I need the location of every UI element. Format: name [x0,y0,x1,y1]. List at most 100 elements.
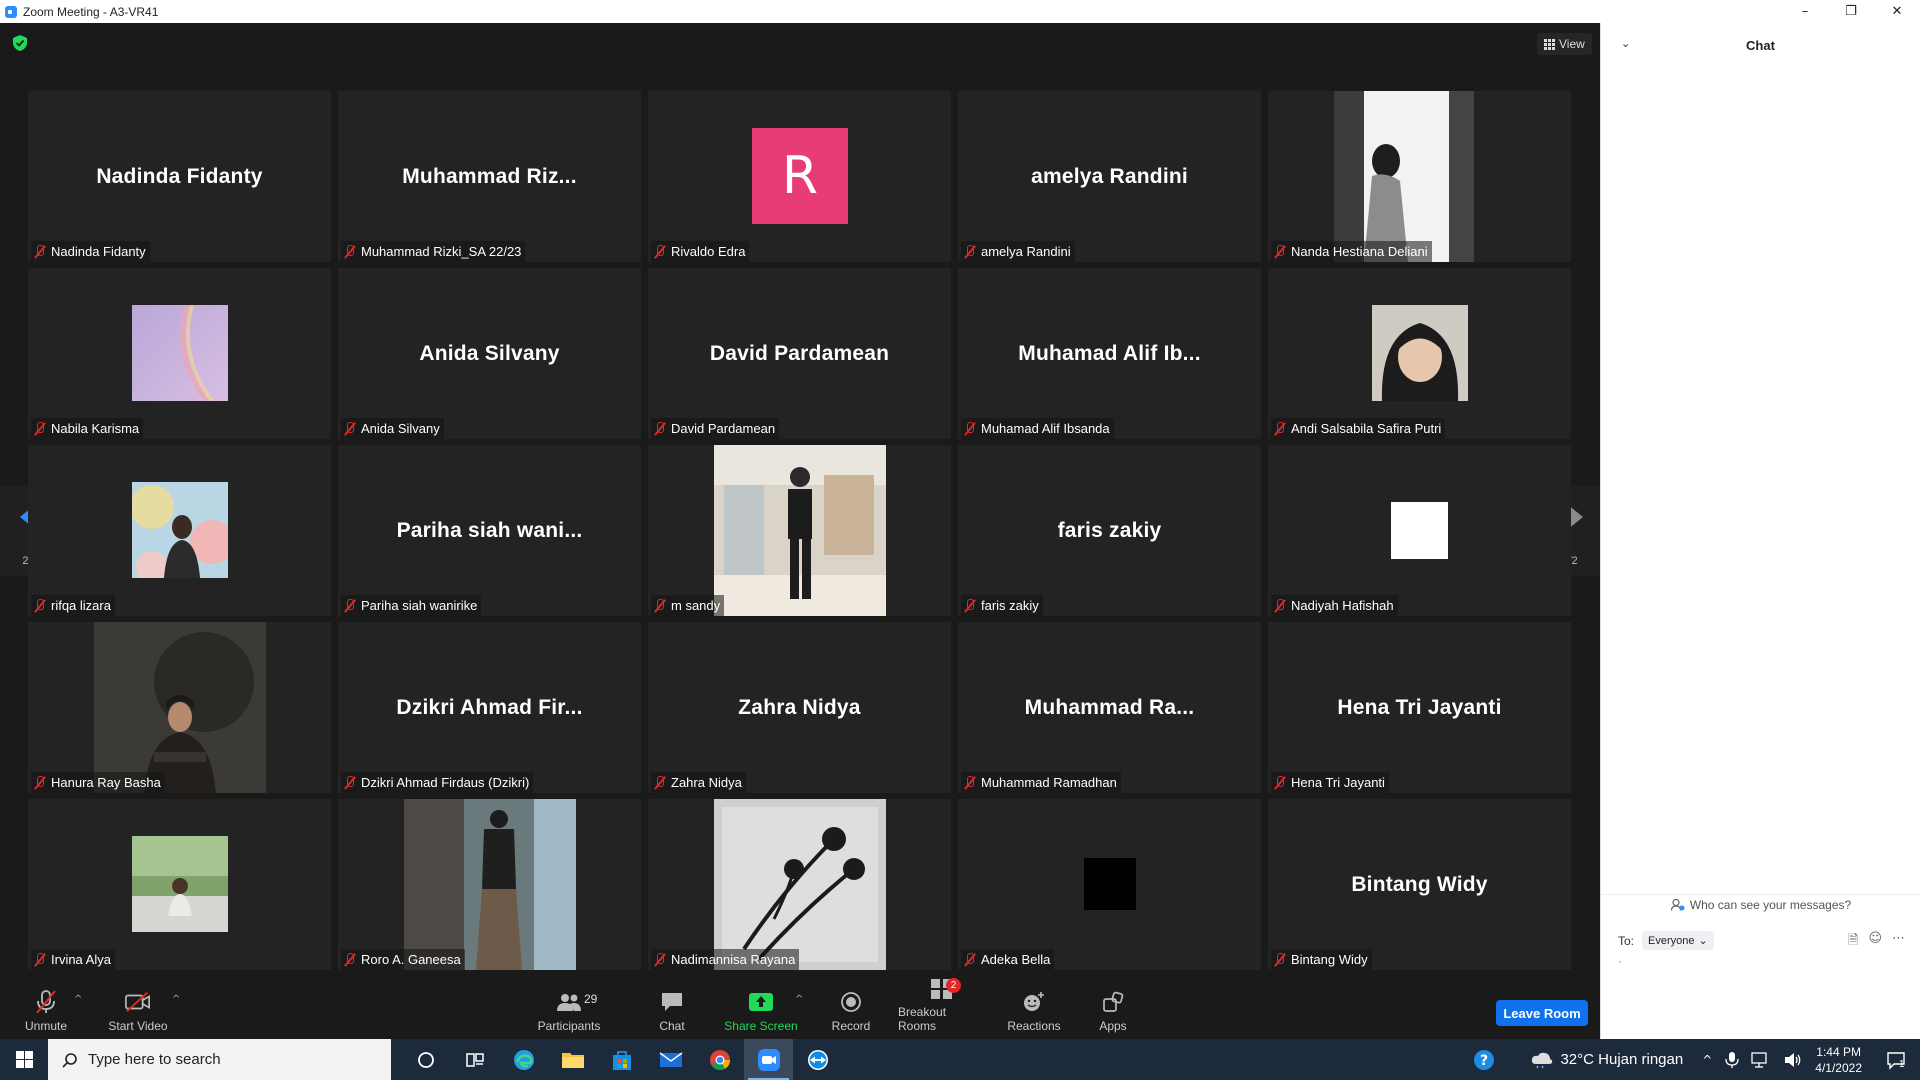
mic-muted-icon [34,598,46,613]
participant-tile[interactable]: Nadimannisa Rayana [648,799,951,970]
notification-count: 1 [1899,1058,1905,1070]
emoji-icon[interactable]: ☺ [1868,931,1882,953]
chat-label: Chat [659,1019,685,1033]
microphone-icon[interactable] [1725,1051,1739,1069]
video-options-caret-icon[interactable]: ^ [172,994,180,1005]
recipient-select[interactable]: Everyone ⌄ [1642,931,1714,950]
participant-name-label: amelya Randini [961,241,1075,262]
participant-tile[interactable]: Muhammad Riz... Muhammad Rizki_SA 22/23 [338,91,641,262]
who-can-see-messages-link[interactable]: Who can see your messages? [1601,894,1920,914]
encryption-shield-icon[interactable] [13,35,27,51]
participant-tile[interactable]: Muhamad Alif Ib... Muhamad Alif Ibsanda [958,268,1261,439]
notifications-button[interactable]: 1 [1872,1050,1920,1070]
start-video-button[interactable]: Start Video [106,986,170,1039]
chevron-down-icon[interactable]: ⌄ [1621,37,1630,50]
chat-button[interactable]: Chat [652,986,692,1039]
microsoft-store-app[interactable] [597,1039,646,1080]
participant-tile[interactable]: David Pardamean David Pardamean [648,268,951,439]
breakout-rooms-icon: 2 [929,978,961,1000]
edge-browser-app[interactable] [499,1039,548,1080]
chevron-down-icon: ⌄ [1698,935,1708,947]
volume-icon[interactable] [1783,1051,1803,1069]
participant-name: Rivaldo Edra [671,244,746,259]
participant-tile[interactable]: Nabila Karisma [28,268,331,439]
participant-name-label: Nadiyah Hafishah [1271,595,1398,616]
restore-button[interactable]: ❐ [1828,0,1874,23]
participant-tile[interactable]: Muhammad Ra... Muhammad Ramadhan [958,622,1261,793]
chat-message-input[interactable]: ` [1618,959,1908,1029]
breakout-rooms-button[interactable]: 2 Breakout Rooms [898,978,986,1039]
participant-tile[interactable]: Andi Salsabila Safira Putri [1268,268,1571,439]
network-icon[interactable] [1751,1051,1771,1069]
participant-tile[interactable]: R Rivaldo Edra [648,91,951,262]
participant-name-label: Andi Salsabila Safira Putri [1271,418,1446,439]
mail-app[interactable] [646,1039,695,1080]
participant-tile[interactable]: Irvina Alya [28,799,331,970]
participant-tile[interactable]: Dzikri Ahmad Fir... Dzikri Ahmad Firdaus… [338,622,641,793]
participant-tile[interactable]: rifqa lizara [28,445,331,616]
to-label: To: [1618,933,1635,948]
participant-profile-photo [1084,858,1136,910]
mic-muted-icon [654,421,666,436]
mic-muted-icon [654,244,666,259]
start-video-label: Start Video [108,1019,168,1033]
participant-tile[interactable]: Zahra Nidya Zahra Nidya [648,622,951,793]
reactions-button[interactable]: Reactions [1006,986,1062,1039]
participant-tile[interactable]: Anida Silvany Anida Silvany [338,268,641,439]
search-placeholder: Type here to search [88,1051,221,1068]
view-button[interactable]: View [1537,33,1592,55]
participant-tile[interactable]: Hena Tri Jayanti Hena Tri Jayanti [1268,622,1571,793]
task-view-button[interactable] [450,1039,499,1080]
mic-muted-icon [33,990,59,1014]
who-can-see-label: Who can see your messages? [1689,897,1852,912]
mic-muted-icon [964,244,976,259]
participant-tile[interactable]: faris zakiy faris zakiy [958,445,1261,616]
participant-profile-photo [94,622,266,793]
mic-muted-icon [34,421,46,436]
close-button[interactable]: ✕ [1874,0,1920,23]
participant-tile[interactable]: Adeka Bella [958,799,1261,970]
participant-tile[interactable]: m sandy [648,445,951,616]
record-button[interactable]: Record [830,986,872,1039]
taskbar-clock[interactable]: 1:44 PM 4/1/2022 [1815,1044,1862,1076]
teamviewer-app[interactable] [793,1039,842,1080]
audio-options-caret-icon[interactable]: ^ [74,994,82,1005]
participant-tile[interactable]: amelya Randini amelya Randini [958,91,1261,262]
participant-tile[interactable]: Bintang Widy Bintang Widy [1268,799,1571,970]
participant-name: Nadinda Fidanty [51,244,146,259]
mic-muted-icon [964,952,976,967]
apps-button[interactable]: Apps [1097,986,1129,1039]
minimize-button[interactable]: – [1782,0,1828,23]
participant-name: Muhamad Alif Ibsanda [981,421,1110,436]
record-icon [838,990,864,1014]
participant-name-label: Nadinda Fidanty [31,241,150,262]
more-options-icon[interactable]: ⋯ [1892,931,1905,953]
participant-tile[interactable]: Roro A. Ganeesa [338,799,641,970]
zoom-app[interactable] [744,1039,793,1080]
grid-view-icon [1544,39,1555,50]
taskbar-search-box[interactable]: Type here to search [48,1039,391,1080]
leave-room-button[interactable]: Leave Room [1496,1000,1588,1026]
participant-name-label: Pariha siah wanirike [341,595,482,616]
unmute-button[interactable]: Unmute [22,986,70,1039]
file-icon[interactable]: 🗎 [1848,931,1858,953]
participant-name: Roro A. Ganeesa [361,952,461,967]
participant-tile[interactable]: Pariha siah wani... Pariha siah wanirike [338,445,641,616]
file-explorer-app[interactable] [548,1039,597,1080]
show-hidden-icons-icon[interactable]: ^ [1702,1053,1712,1067]
cortana-button[interactable] [401,1039,450,1080]
window-title: Zoom Meeting - A3-VR41 [23,4,159,19]
chrome-browser-app[interactable] [695,1039,744,1080]
share-screen-button[interactable]: Share Screen [724,986,798,1039]
participant-tile[interactable]: Nanda Hestiana Deliani [1268,91,1571,262]
participant-tile[interactable]: Nadiyah Hafishah [1268,445,1571,616]
share-options-caret-icon[interactable]: ^ [795,994,803,1005]
mic-muted-icon [964,775,976,790]
participant-tile[interactable]: Hanura Ray Basha [28,622,331,793]
window-titlebar: Zoom Meeting - A3-VR41 – ❐ ✕ [0,0,1920,23]
weather-text[interactable]: 32°C Hujan ringan [1560,1051,1683,1068]
participant-tile[interactable]: Nadinda Fidanty Nadinda Fidanty [28,91,331,262]
start-button[interactable] [0,1039,48,1080]
mic-muted-icon [1274,421,1286,436]
help-button[interactable]: ? [1464,1049,1504,1071]
